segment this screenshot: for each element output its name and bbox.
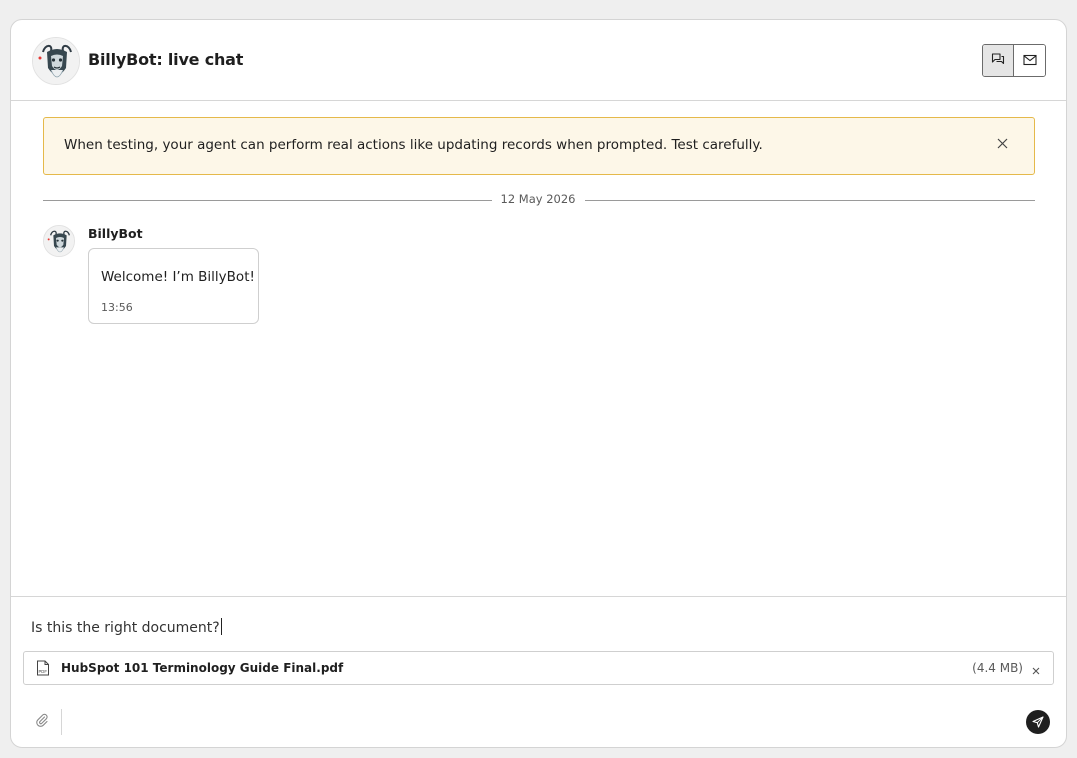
svg-text:PDF: PDF [39,669,48,674]
goat-avatar-icon [32,37,80,85]
send-icon [1032,713,1044,732]
message-input[interactable]: Is this the right document? [31,618,222,636]
chat-title: BillyBot: live chat [88,50,244,69]
chat-bubbles-icon [991,51,1005,70]
text-caret [220,618,222,635]
date-separator: 12 May 2026 [500,192,576,206]
banner-close-button[interactable] [992,133,1012,153]
send-button[interactable] [1026,710,1050,734]
message-input-text: Is this the right document? [31,620,220,636]
pdf-file-icon: PDF [36,660,50,680]
chat-header: BillyBot: live chat [11,20,1066,101]
close-icon [997,134,1008,153]
paperclip-icon [35,712,49,731]
banner-text: When testing, your agent can perform rea… [64,137,763,153]
email-view-button[interactable] [1014,45,1045,76]
chat-view-button[interactable] [983,45,1014,76]
message-sender: BillyBot [88,226,143,241]
toolbar-divider [61,709,62,735]
message-timestamp: 13:56 [101,301,133,314]
remove-attachment-button[interactable] [1029,662,1043,676]
bot-avatar-icon [43,225,75,257]
envelope-icon [1022,51,1037,70]
close-icon [1032,660,1040,679]
date-divider-left [43,200,492,201]
message-text: Welcome! I’m BillyBot! [101,269,255,285]
message-bubble: Welcome! I’m BillyBot! 13:56 [88,248,259,324]
attachment-file-name: HubSpot 101 Terminology Guide Final.pdf [61,661,344,675]
date-divider-right [585,200,1035,201]
view-toggle-group [982,44,1046,77]
attachment-file-size: (4.4 MB) [972,661,1023,675]
attachment-chip[interactable]: PDF HubSpot 101 Terminology Guide Final.… [23,651,1054,685]
chat-panel: BillyBot: live chat When testing, your a… [10,19,1067,748]
testing-warning-banner: When testing, your agent can perform rea… [43,117,1035,175]
attach-file-button[interactable] [33,712,51,730]
composer-divider [11,596,1066,597]
